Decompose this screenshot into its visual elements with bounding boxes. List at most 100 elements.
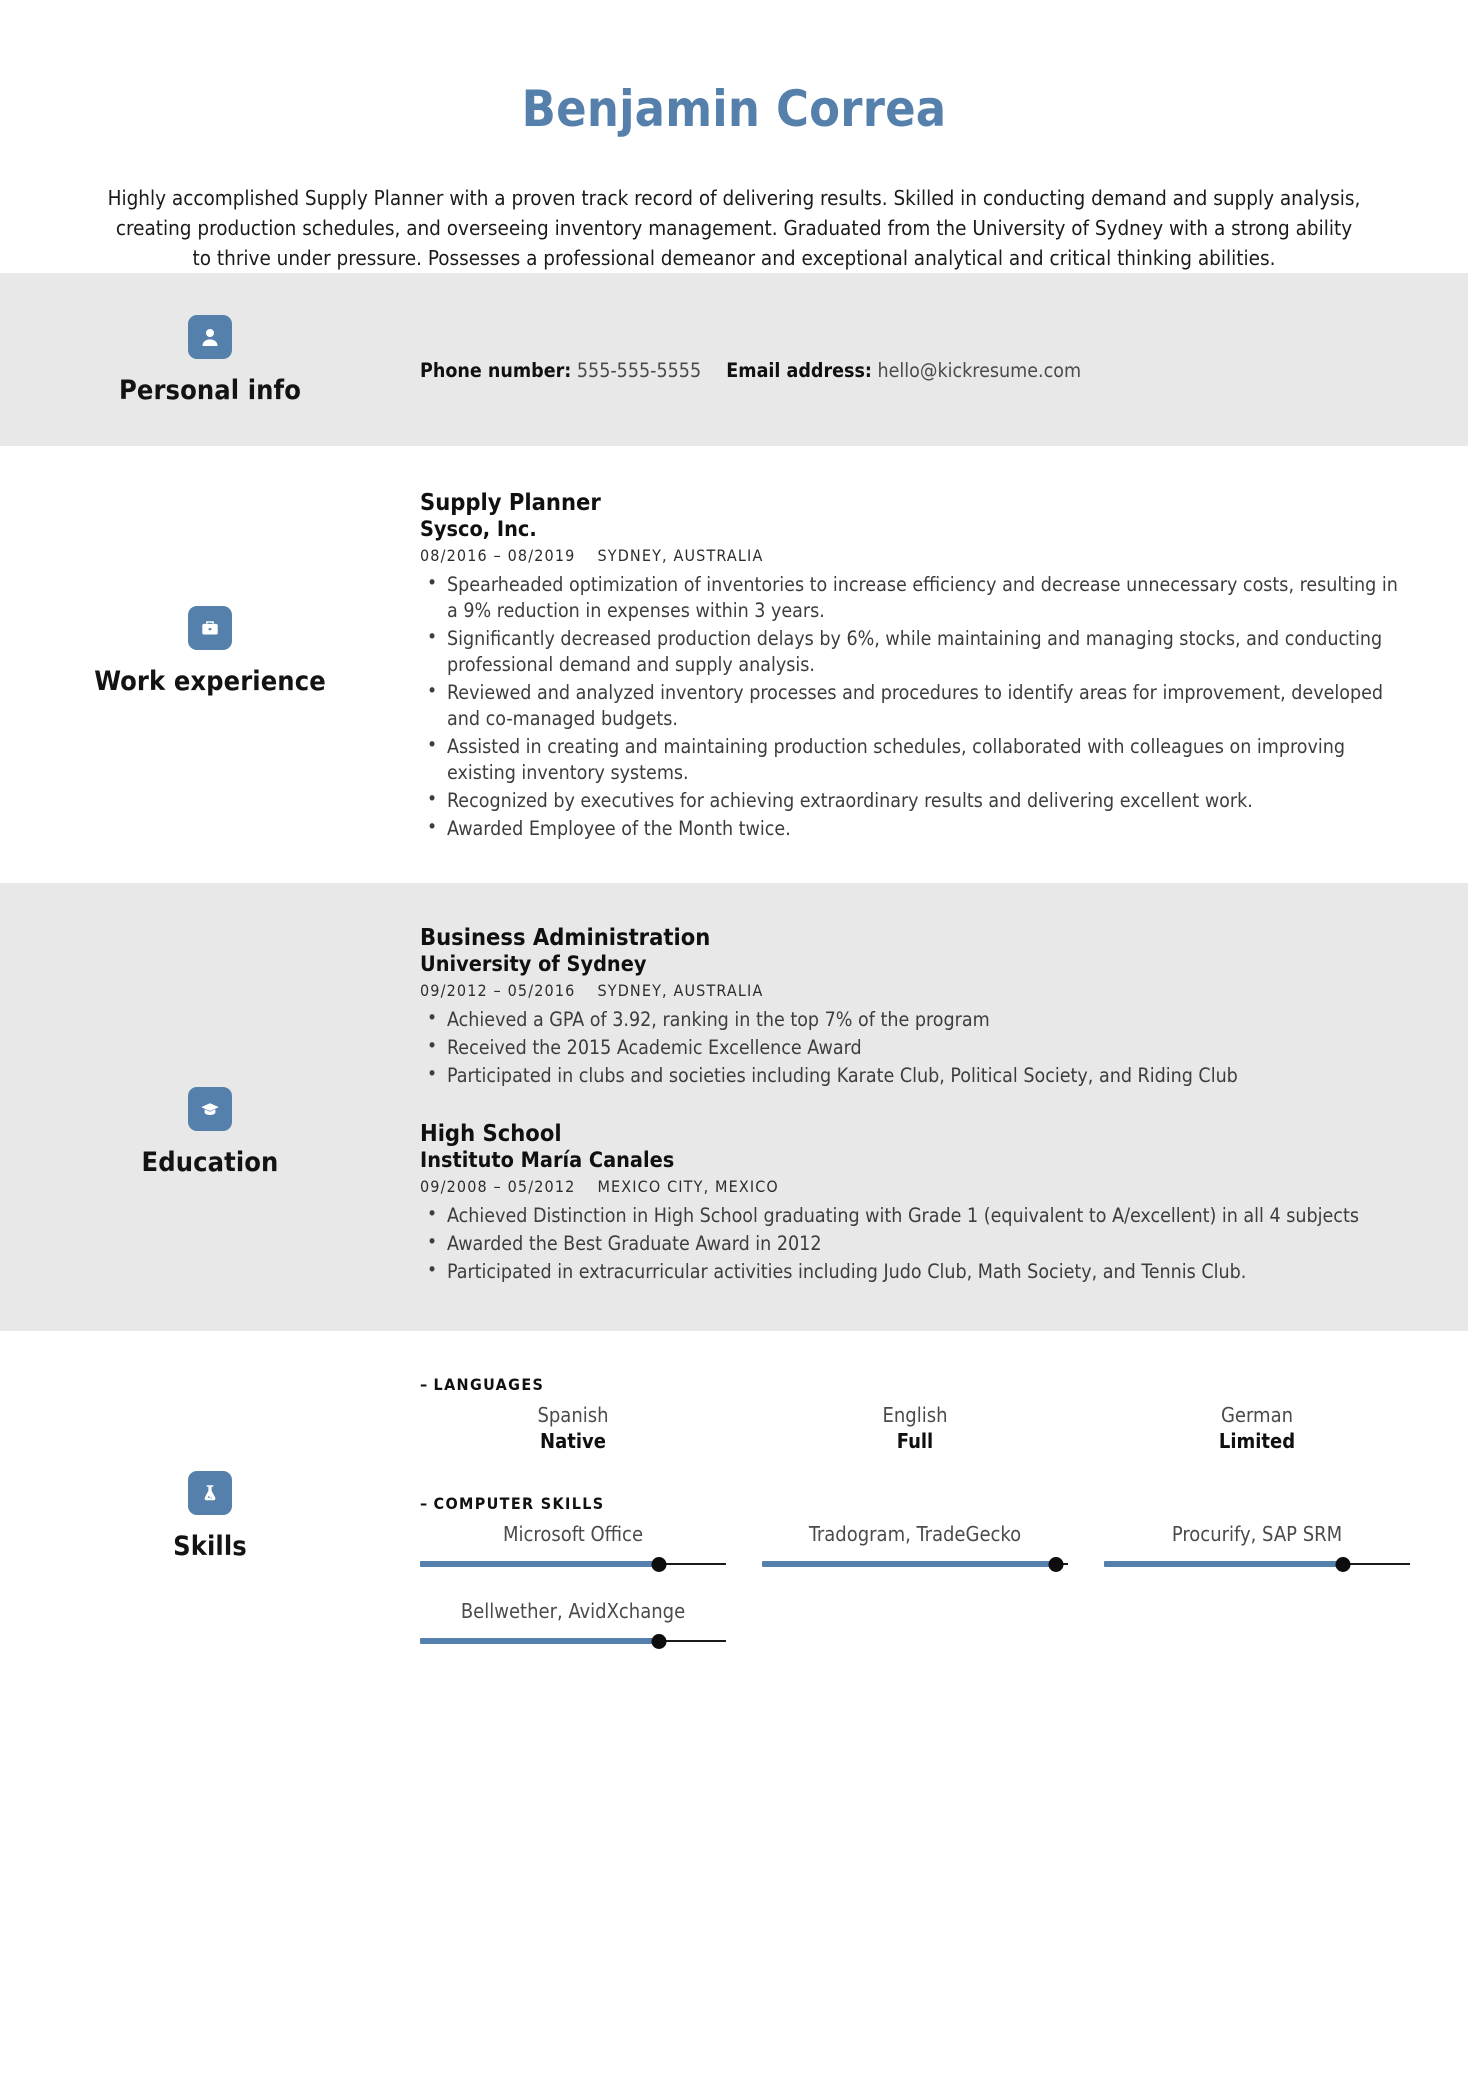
briefcase-icon [188, 606, 232, 651]
list-item: Assisted in creating and maintaining pro… [420, 733, 1410, 786]
skill-item: Procurify, SAP SRM [1104, 1521, 1410, 1572]
language-item: English Full [762, 1402, 1068, 1454]
slider-knob[interactable] [651, 1633, 667, 1649]
phone-label: Phone number: [420, 359, 572, 383]
job-position: Supply Planner [420, 488, 601, 517]
computer-skills-grid: Microsoft Office Tradogram, TradeGecko P… [420, 1521, 1410, 1649]
section-personal-info-body: Phone number: 555-555-5555 Email address… [420, 315, 1468, 382]
skill-name: Procurify, SAP SRM [1171, 1521, 1343, 1546]
slider-fill [762, 1560, 1056, 1567]
list-item: Achieved Distinction in High School grad… [420, 1202, 1410, 1229]
list-item: Achieved a GPA of 3.92, ranking in the t… [420, 1006, 1410, 1033]
section-skills: Skills – LANGUAGES Spanish Native English… [0, 1330, 1468, 1703]
list-item: Participated in clubs and societies incl… [420, 1062, 1410, 1089]
education-entry: Business Administration University of Sy… [420, 923, 1410, 1089]
person-icon [188, 315, 232, 360]
list-item: Significantly decreased production delay… [420, 625, 1410, 678]
language-item: German Limited [1104, 1402, 1410, 1454]
language-name: English [882, 1402, 948, 1427]
language-level: Limited [1218, 1428, 1296, 1453]
list-item: Recognized by executives for achieving e… [420, 787, 1410, 814]
section-education-aside: Education [0, 923, 420, 1178]
school-name: University of Sydney [420, 952, 647, 978]
slider-fill [420, 1560, 659, 1567]
skill-name: Bellwether, AvidXchange [460, 1598, 686, 1623]
list-item: Awarded the Best Graduate Award in 2012 [420, 1230, 1410, 1257]
education-dates: 09/2008 – 05/2012 [420, 1176, 576, 1196]
graduation-cap-icon [188, 1087, 232, 1132]
language-level: Native [540, 1428, 606, 1453]
language-level: Full [896, 1428, 934, 1453]
education-bullets: Achieved a GPA of 3.92, ranking in the t… [420, 1006, 1410, 1089]
section-title-education: Education [141, 1147, 279, 1179]
section-personal-info-aside: Personal info [0, 315, 420, 406]
slider-knob[interactable] [1335, 1556, 1351, 1572]
skill-level-slider[interactable] [420, 1556, 726, 1572]
slider-knob[interactable] [1048, 1556, 1064, 1572]
language-name: Spanish [537, 1402, 609, 1427]
section-title-skills: Skills [173, 1530, 247, 1562]
languages-heading-label: LANGUAGES [433, 1374, 545, 1394]
education-meta: 09/2008 – 05/2012 MEXICO CITY, MEXICO [420, 1177, 1410, 1196]
skill-level-slider[interactable] [762, 1556, 1068, 1572]
job-company: Sysco, Inc. [420, 517, 537, 543]
skill-level-slider[interactable] [1104, 1556, 1410, 1572]
education-dates: 09/2012 – 05/2016 [420, 981, 576, 1001]
computer-skills-heading-label: COMPUTER SKILLS [433, 1493, 605, 1513]
section-work-experience-aside: Work experience [0, 488, 420, 697]
education-meta: 09/2012 – 05/2016 SYDNEY, AUSTRALIA [420, 981, 1410, 1000]
list-item: Awarded Employee of the Month twice. [420, 815, 1410, 842]
education-entry: High School Instituto María Canales 09/2… [420, 1119, 1410, 1285]
skill-item: Tradogram, TradeGecko [762, 1521, 1068, 1572]
resume-header: Benjamin Correa Highly accomplished Supp… [0, 0, 1468, 274]
dash-glyph: – [420, 1493, 429, 1513]
section-title-work-experience: Work experience [94, 666, 326, 698]
job-dates: 08/2016 – 08/2019 [420, 546, 576, 566]
flask-icon [188, 1470, 232, 1515]
education-bullets: Achieved Distinction in High School grad… [420, 1202, 1410, 1285]
slider-knob[interactable] [651, 1556, 667, 1572]
job-meta: 08/2016 – 08/2019 SYDNEY, AUSTRALIA [420, 546, 1410, 565]
languages-grid: Spanish Native English Full German Limit… [420, 1402, 1410, 1454]
phone-value[interactable]: 555-555-5555 [577, 359, 701, 382]
school-name: Instituto María Canales [420, 1147, 675, 1173]
list-item: Received the 2015 Academic Excellence Aw… [420, 1034, 1410, 1061]
language-name: German [1220, 1402, 1294, 1427]
section-work-experience: Work experience Supply Planner Sysco, In… [0, 446, 1468, 884]
section-work-experience-body: Supply Planner Sysco, Inc. 08/2016 – 08/… [420, 488, 1468, 845]
job-location: SYDNEY, AUSTRALIA [597, 546, 764, 566]
education-location: SYDNEY, AUSTRALIA [597, 981, 764, 1001]
skill-item: Microsoft Office [420, 1521, 726, 1572]
section-education: Education Business Administration Univer… [0, 883, 1468, 1331]
work-entry: Supply Planner Sysco, Inc. 08/2016 – 08/… [420, 488, 1410, 841]
degree-title: High School [420, 1119, 562, 1148]
education-location: MEXICO CITY, MEXICO [597, 1176, 779, 1196]
language-item: Spanish Native [420, 1402, 726, 1454]
dash-glyph: – [420, 1374, 429, 1394]
page-title: Benjamin Correa [521, 80, 947, 138]
slider-fill [420, 1637, 659, 1644]
section-skills-body: – LANGUAGES Spanish Native English Full G… [420, 1375, 1468, 1649]
section-title-personal-info: Personal info [118, 375, 302, 407]
email-value[interactable]: hello@kickresume.com [878, 359, 1082, 382]
section-personal-info: Personal info Phone number: 555-555-5555… [0, 273, 1468, 447]
computer-skills-heading: – COMPUTER SKILLS [420, 1494, 1410, 1513]
skill-item: Bellwether, AvidXchange [420, 1598, 726, 1649]
skill-name: Tradogram, TradeGecko [808, 1521, 1022, 1546]
list-item: Reviewed and analyzed inventory processe… [420, 679, 1410, 732]
section-education-body: Business Administration University of Sy… [420, 923, 1468, 1288]
skill-name: Microsoft Office [502, 1521, 644, 1546]
contact-line: Phone number: 555-555-5555 Email address… [420, 359, 1410, 382]
languages-heading: – LANGUAGES [420, 1375, 1410, 1394]
list-item: Spearheaded optimization of inventories … [420, 571, 1410, 624]
skill-level-slider[interactable] [420, 1633, 726, 1649]
profile-summary: Highly accomplished Supply Planner with … [107, 186, 1361, 271]
skills-group-computer: – COMPUTER SKILLS Microsoft Office Tradog… [420, 1494, 1410, 1649]
job-bullets: Spearheaded optimization of inventories … [420, 571, 1410, 842]
degree-title: Business Administration [420, 923, 711, 952]
section-skills-aside: Skills [0, 1375, 420, 1562]
email-label: Email address: [726, 359, 872, 383]
skills-group-languages: – LANGUAGES Spanish Native English Full G… [420, 1375, 1410, 1454]
list-item: Participated in extracurricular activiti… [420, 1258, 1410, 1285]
slider-fill [1104, 1560, 1343, 1567]
